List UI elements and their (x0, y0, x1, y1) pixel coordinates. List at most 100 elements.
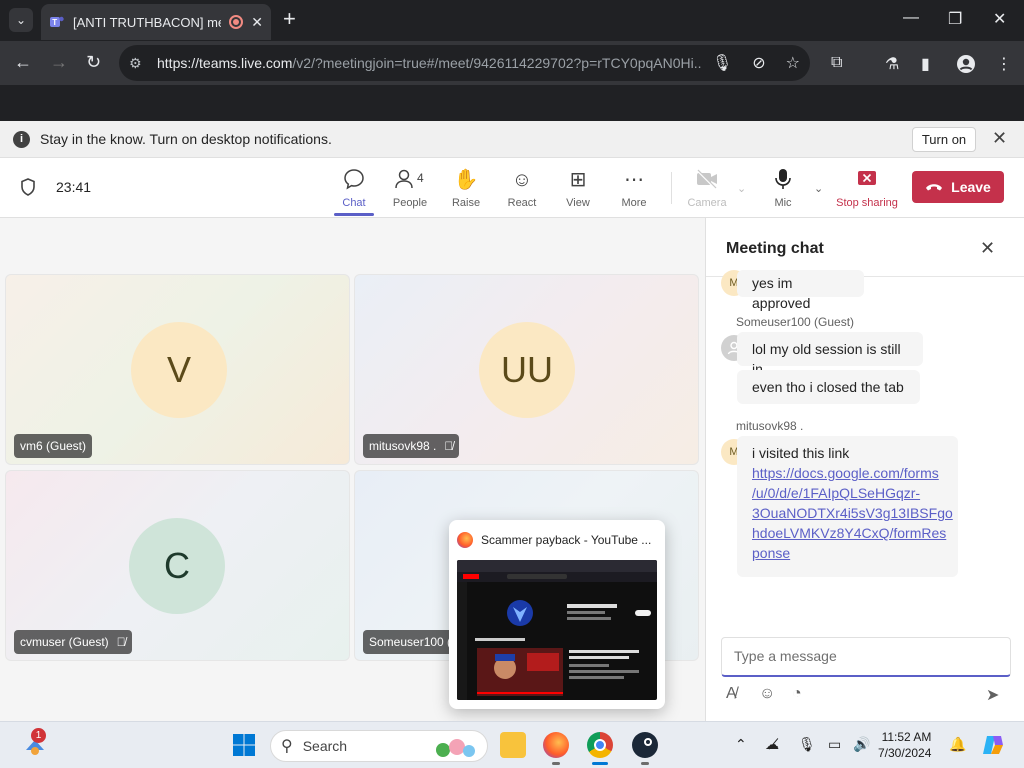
emoji-icon[interactable]: ☺ (759, 685, 775, 703)
preview-header: Scammer payback - YouTube ... (457, 532, 651, 548)
microphone-icon[interactable]: 🎙 (712, 53, 732, 73)
search-icon: ⚲ (281, 738, 293, 755)
smiley-icon: ☺ (511, 169, 533, 191)
chat-message: lol my old session is still in (737, 332, 923, 377)
chat-title: Meeting chat (726, 240, 824, 257)
meeting-timer: 23:41 (56, 179, 92, 195)
tab-close-icon[interactable]: ✕ (251, 14, 263, 31)
teams-favicon-icon: T (50, 16, 64, 27)
stop-sharing-button[interactable]: Stop sharing (836, 168, 898, 209)
chrome-icon[interactable] (587, 732, 613, 758)
stop-share-icon (836, 168, 898, 192)
notification-bar: i Stay in the know. Turn on desktop noti… (0, 121, 1024, 158)
steam-running-indicator (641, 762, 649, 765)
avatar: UU (479, 322, 575, 418)
leave-button[interactable]: Leave (912, 171, 1004, 203)
hand-icon: ✋ (453, 169, 479, 191)
volume-icon[interactable]: 🔊 (853, 736, 870, 753)
profile-icon[interactable] (956, 54, 976, 79)
site-info-icon[interactable]: ⚙ (129, 55, 145, 72)
minimize-button[interactable]: — (903, 9, 919, 27)
notification-message: Stay in the know. Turn on desktop notifi… (40, 131, 332, 147)
copilot-icon[interactable] (981, 733, 1005, 762)
view-button[interactable]: ⊞ View (554, 168, 602, 209)
send-icon[interactable]: ➤ (986, 685, 999, 705)
message-compose-input[interactable]: Type a message (721, 637, 1011, 677)
windows-taskbar: 1 ⚲ Search ⌃ ☁̸ 🎙 ▭ 🔊 11:52 AM 7/30/2024… (0, 721, 1024, 768)
sticker-icon[interactable]: ◔ (792, 685, 802, 703)
notification-bell-icon[interactable]: 🔔 (949, 736, 966, 753)
file-explorer-icon[interactable] (500, 732, 526, 758)
tab-search-button[interactable]: ⌄ (9, 8, 33, 32)
taskbar-window-preview[interactable]: Scammer payback - YouTube ... (449, 520, 665, 709)
chat-message: i visited this link https://docs.google.… (737, 436, 958, 577)
close-window-button[interactable]: ✕ (993, 9, 1006, 29)
more-button[interactable]: ⋯ More (610, 168, 658, 209)
format-icon[interactable]: A̸ (726, 685, 737, 703)
meeting-chat-panel: Meeting chat ✕ M yes im approved Someuse… (705, 218, 1024, 721)
restore-button[interactable]: ❐ (948, 9, 962, 29)
info-icon: i (13, 131, 30, 148)
browser-toolbar: ← → ↻ ⚙ https://teams.live.com/v2/?meeti… (0, 41, 1024, 85)
participant-name-tag: vm6 (Guest) (14, 434, 93, 458)
avatar: C (129, 518, 225, 614)
participant-tile[interactable]: C cvmuser (Guest) 🎙̸ (5, 470, 350, 661)
eye-off-icon[interactable]: ⊘ (752, 53, 765, 73)
firefox-icon (457, 532, 473, 548)
close-notification-icon[interactable]: ✕ (992, 128, 1007, 149)
browser-tab-active[interactable]: T [ANTI TRUTHBACON] mee ✕ (41, 4, 271, 40)
camera-options-chevron-down-icon[interactable]: ⌄ (737, 182, 746, 195)
steam-icon[interactable] (632, 732, 658, 758)
camera-off-icon (683, 168, 731, 192)
microphone-in-use-icon[interactable]: 🎙 (798, 736, 816, 753)
hang-up-icon (925, 179, 943, 195)
avatar: V (131, 322, 227, 418)
react-button[interactable]: ☺ React (498, 168, 546, 209)
mic-button[interactable]: Mic (759, 168, 807, 209)
tab-title: [ANTI TRUTHBACON] mee (73, 14, 222, 30)
mic-options-chevron-down-icon[interactable]: ⌄ (814, 182, 823, 195)
firefox-icon[interactable] (543, 732, 569, 758)
chrome-active-indicator (592, 762, 608, 765)
chat-button[interactable]: Chat (330, 168, 378, 216)
preview-title: Scammer payback - YouTube ... (481, 533, 652, 547)
back-arrow-icon[interactable]: ← (14, 53, 32, 71)
cloud-off-icon[interactable]: ☁̸ (765, 736, 779, 753)
firefox-running-indicator (552, 762, 560, 765)
url-text: https://teams.live.com/v2/?meetingjoin=t… (157, 55, 702, 71)
forward-arrow-icon[interactable]: → (50, 53, 68, 71)
recording-icon (229, 15, 244, 29)
chat-message: yes im approved (737, 270, 864, 311)
people-icon: 4 (386, 168, 434, 192)
new-tab-button[interactable]: + (283, 8, 296, 30)
grid-icon: ⊞ (569, 169, 587, 191)
people-count: 4 (417, 171, 424, 185)
raise-hand-button[interactable]: ✋ Raise (442, 168, 490, 209)
side-panel-icon[interactable]: ▮ (921, 54, 930, 74)
menu-kebab-icon[interactable]: ⋮ (996, 54, 1012, 74)
ellipsis-icon: ⋯ (624, 169, 644, 191)
participant-tile[interactable]: V vm6 (Guest) (5, 274, 350, 465)
reload-icon[interactable]: ↻ (86, 53, 101, 71)
tray-overflow-chevron-up-icon[interactable]: ⌃ (735, 736, 747, 753)
address-bar[interactable]: ⚙ https://teams.live.com/v2/?meetingjoin… (119, 45, 810, 81)
bookmark-star-icon[interactable]: ☆ (786, 53, 800, 73)
participant-tile[interactable]: UU mitusovk98 . 🎙̸ (354, 274, 699, 465)
taskbar-search-box[interactable]: ⚲ Search (270, 730, 488, 762)
mic-muted-icon: 🎙̸ (116, 635, 126, 649)
shield-icon (21, 178, 35, 196)
labs-icon[interactable]: ⚗ (885, 54, 899, 74)
people-button[interactable]: 4 People (386, 168, 434, 209)
message-sender: Someuser100 (Guest) (736, 315, 855, 329)
form-link[interactable]: https://docs.google.com/forms /u/0/d/e/1… (752, 463, 953, 563)
taskbar-clock[interactable]: 11:52 AM 7/30/2024 (878, 729, 931, 761)
windows-start-icon[interactable] (232, 733, 256, 762)
display-icon[interactable]: ▭ (828, 736, 841, 753)
extensions-icon[interactable]: ⧉ (831, 54, 842, 72)
turn-on-button[interactable]: Turn on (912, 127, 976, 152)
close-chat-icon[interactable]: ✕ (980, 238, 995, 259)
camera-button[interactable]: Camera (683, 168, 731, 209)
participant-name-tag: cvmuser (Guest) 🎙̸ (14, 630, 132, 654)
microphone-icon (759, 168, 807, 192)
message-sender: mitusovk98 . (736, 419, 804, 433)
